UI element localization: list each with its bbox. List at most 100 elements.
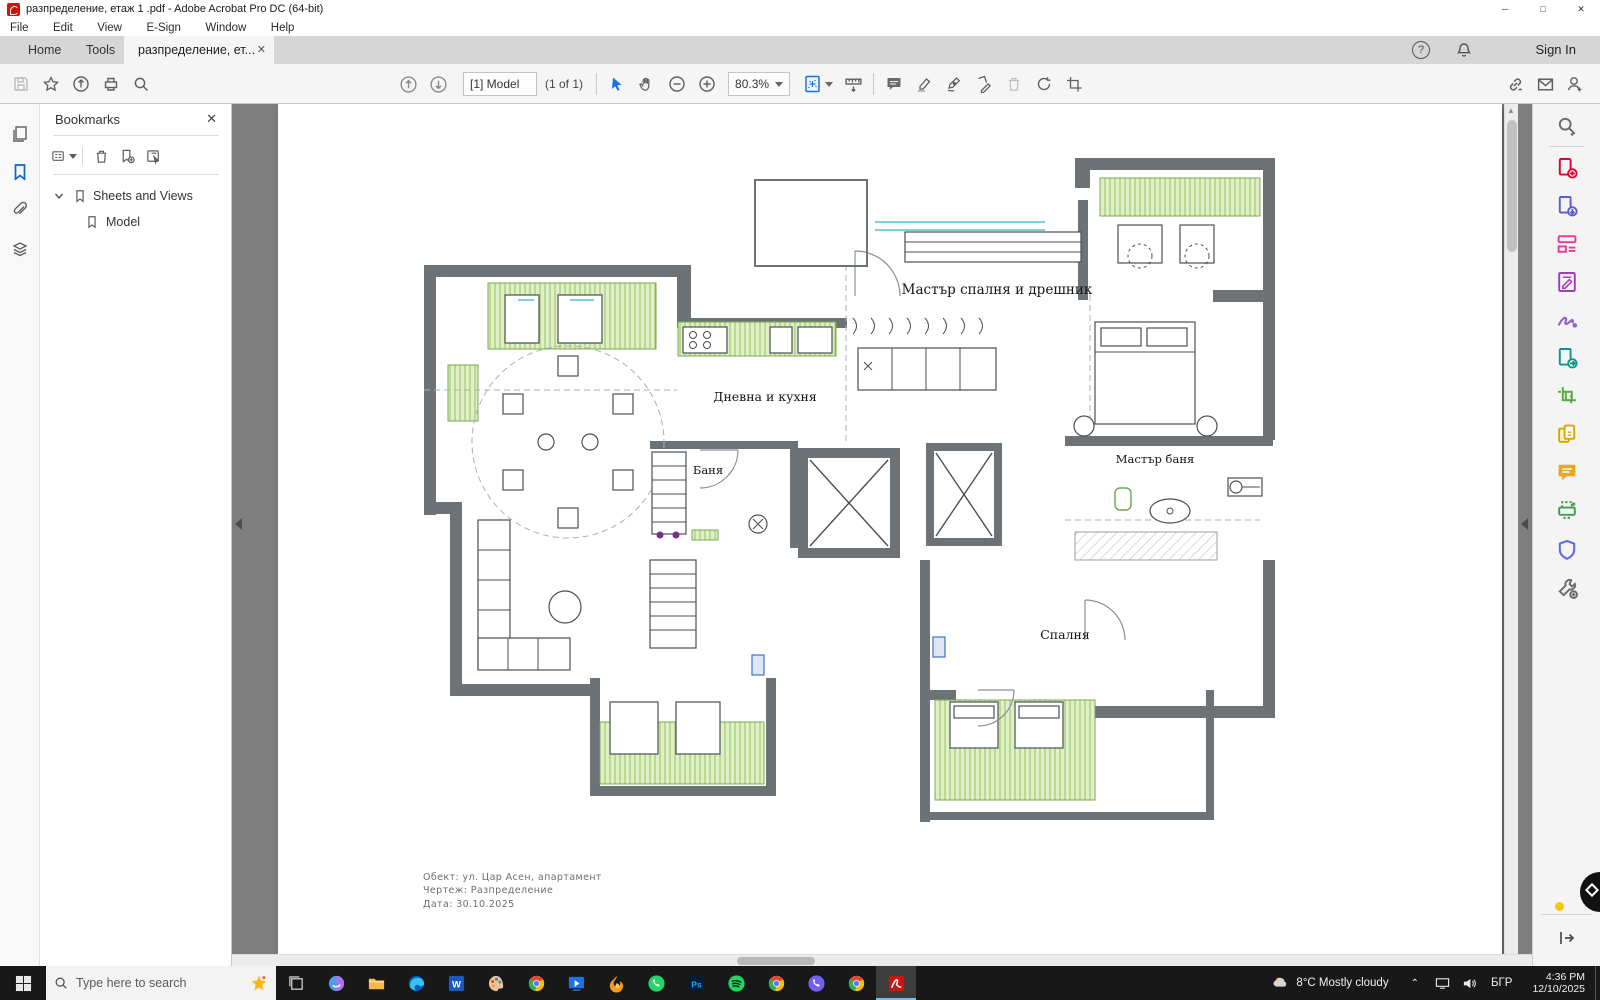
- account-avatar-icon[interactable]: [1560, 69, 1590, 99]
- hand-tool-icon[interactable]: [632, 69, 662, 99]
- previous-page-icon[interactable]: [393, 69, 423, 99]
- delete-pages-icon[interactable]: [999, 69, 1029, 99]
- taskbar-word-button[interactable]: W: [436, 966, 476, 1000]
- tab-tools[interactable]: Tools: [72, 36, 129, 64]
- print-icon[interactable]: [96, 69, 126, 99]
- floating-assistant-button[interactable]: [1580, 872, 1600, 912]
- fill-sign-icon[interactable]: [969, 69, 999, 99]
- taskbar-spotify-button[interactable]: [716, 966, 756, 1000]
- close-button[interactable]: ✕: [1562, 0, 1600, 18]
- taskbar-chrome-button[interactable]: [516, 966, 556, 1000]
- vertical-scroll-thumb[interactable]: [1507, 120, 1517, 252]
- find-icon[interactable]: [126, 69, 156, 99]
- page-indicator-field[interactable]: [1] Model: [463, 72, 537, 96]
- taskbar-photoshop-button[interactable]: Ps: [676, 966, 716, 1000]
- horizontal-scrollbar[interactable]: [232, 954, 1532, 966]
- email-icon[interactable]: [1530, 69, 1560, 99]
- rotate-pages-icon[interactable]: [1029, 69, 1059, 99]
- page-thumbnails-icon[interactable]: [8, 122, 32, 146]
- more-tools-icon[interactable]: [1553, 574, 1581, 602]
- delete-bookmark-icon[interactable]: [88, 143, 114, 169]
- horizontal-scroll-thumb[interactable]: [737, 957, 815, 965]
- help-icon[interactable]: ?: [1412, 41, 1430, 59]
- collapse-right-panel-icon[interactable]: [1521, 518, 1528, 530]
- zoom-level-field[interactable]: 80.3%: [728, 72, 790, 96]
- bookmarks-close-icon[interactable]: ✕: [206, 111, 217, 127]
- rewards-star-icon[interactable]: [250, 974, 268, 992]
- taskbar-file-explorer-button[interactable]: [356, 966, 396, 1000]
- collapse-left-panel-icon[interactable]: [235, 518, 242, 530]
- start-button[interactable]: [0, 966, 46, 1000]
- combine-files-icon[interactable]: [1553, 420, 1581, 448]
- tray-chevron-up-icon[interactable]: ⌃: [1411, 978, 1419, 989]
- zoom-out-icon[interactable]: [662, 69, 692, 99]
- next-page-icon[interactable]: [423, 69, 453, 99]
- menu-file[interactable]: File: [0, 19, 39, 37]
- display-icon[interactable]: [1435, 976, 1450, 991]
- menu-window[interactable]: Window: [195, 19, 256, 37]
- show-desktop-button[interactable]: [1595, 966, 1600, 1000]
- new-bookmark-icon[interactable]: [114, 143, 140, 169]
- taskbar-browser2-button[interactable]: [756, 966, 796, 1000]
- attachments-icon[interactable]: [8, 198, 32, 222]
- menu-edit[interactable]: Edit: [43, 19, 83, 37]
- favorites-star-icon[interactable]: [36, 69, 66, 99]
- export-pdf-icon[interactable]: [1553, 192, 1581, 220]
- taskbar-acrobat-button[interactable]: [876, 966, 916, 1000]
- language-indicator[interactable]: БГР: [1491, 977, 1512, 989]
- taskbar-viber-button[interactable]: [796, 966, 836, 1000]
- share-upload-icon[interactable]: [66, 69, 96, 99]
- expand-tools-pane-icon[interactable]: [1553, 924, 1581, 952]
- send-convert-icon[interactable]: [1553, 344, 1581, 372]
- tab-close-icon[interactable]: ✕: [257, 36, 266, 64]
- protect-icon[interactable]: [1553, 536, 1581, 564]
- organize-pages-icon[interactable]: [1553, 230, 1581, 258]
- weather-text[interactable]: 8°C Mostly cloudy: [1296, 977, 1388, 989]
- fit-page-icon[interactable]: [798, 69, 838, 99]
- select-tool-icon[interactable]: [602, 69, 632, 99]
- crop-pages-icon[interactable]: [1553, 382, 1581, 410]
- bookmark-sheets-and-views[interactable]: Sheets and Views: [53, 184, 193, 208]
- scroll-up-icon[interactable]: ▲: [1507, 106, 1515, 115]
- taskbar-search-input[interactable]: Type here to search: [46, 966, 276, 1000]
- bookmark-model[interactable]: Model: [85, 210, 140, 234]
- taskbar-task-view-button[interactable]: [276, 966, 316, 1000]
- bookmarks-panel-icon[interactable]: [8, 160, 32, 184]
- fill-sign-icon[interactable]: [1553, 306, 1581, 334]
- taskbar-copilot-button[interactable]: [316, 966, 356, 1000]
- crop-pages-icon[interactable]: [1059, 69, 1089, 99]
- taskbar-paint-button[interactable]: [476, 966, 516, 1000]
- tab-document[interactable]: разпределение, ет... ✕: [124, 36, 274, 64]
- vertical-scrollbar[interactable]: ▲: [1504, 104, 1518, 954]
- search-tools-icon[interactable]: [1553, 112, 1581, 140]
- share-link-icon[interactable]: [1500, 69, 1530, 99]
- comment-icon[interactable]: [879, 69, 909, 99]
- taskbar-edge-button[interactable]: [396, 966, 436, 1000]
- taskbar-browser3-button[interactable]: [836, 966, 876, 1000]
- volume-icon[interactable]: [1462, 976, 1477, 991]
- menu-esign[interactable]: E-Sign: [136, 19, 191, 37]
- save-icon[interactable]: [6, 69, 36, 99]
- clock[interactable]: 4:36 PM 12/10/2025: [1532, 971, 1585, 995]
- sign-pen-icon[interactable]: [939, 69, 969, 99]
- chevron-down-icon[interactable]: [53, 190, 65, 202]
- scan-ocr-icon[interactable]: [1553, 496, 1581, 524]
- goto-bookmark-icon[interactable]: [140, 143, 166, 169]
- minimize-button[interactable]: ─: [1486, 0, 1524, 18]
- tab-home[interactable]: Home: [14, 36, 75, 64]
- highlight-icon[interactable]: [909, 69, 939, 99]
- maximize-button[interactable]: □: [1524, 0, 1562, 18]
- comment-tool-icon[interactable]: [1553, 458, 1581, 486]
- notifications-bell-icon[interactable]: [1456, 41, 1472, 59]
- menu-view[interactable]: View: [87, 19, 132, 37]
- ruler-grid-icon[interactable]: [838, 69, 868, 99]
- sign-in-button[interactable]: Sign In: [1536, 36, 1576, 64]
- create-pdf-icon[interactable]: [1553, 154, 1581, 182]
- taskbar-movies-app-button[interactable]: [556, 966, 596, 1000]
- edit-pdf-icon[interactable]: [1553, 268, 1581, 296]
- menu-help[interactable]: Help: [261, 19, 305, 37]
- taskbar-whatsapp-button[interactable]: [636, 966, 676, 1000]
- layers-icon[interactable]: [8, 238, 32, 262]
- taskbar-flame-app-button[interactable]: [596, 966, 636, 1000]
- zoom-in-icon[interactable]: [692, 69, 722, 99]
